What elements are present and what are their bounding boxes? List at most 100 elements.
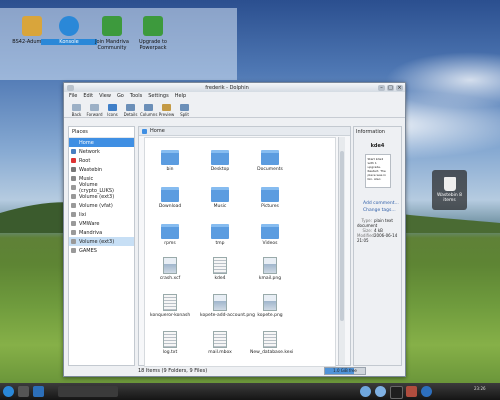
community-icon (102, 16, 122, 36)
folder-item[interactable]: Desktop (200, 146, 240, 172)
places-item[interactable]: Volume (ext3) (69, 237, 134, 246)
menu-go[interactable]: Go (117, 93, 124, 99)
file-view-pane: Home bin Desktop Documents Download Music Pic… (138, 126, 351, 367)
icons-view-button[interactable]: Icons (104, 104, 121, 117)
upgrade-icon (143, 16, 163, 36)
details-label: Details (123, 112, 138, 117)
folder-item[interactable]: bin (150, 146, 190, 172)
minimize-button[interactable]: – (378, 84, 385, 91)
tray-kde-icon[interactable] (421, 386, 432, 397)
places-item[interactable]: Root (69, 156, 134, 165)
desktop-switch-icon[interactable] (18, 386, 29, 397)
vertical-scrollbar[interactable] (338, 137, 345, 365)
file-item[interactable]: crash.xcf (150, 257, 190, 281)
start-menu-icon[interactable] (3, 386, 14, 397)
file-item[interactable]: kmail.png (250, 257, 290, 281)
folder-item[interactable]: rpms (150, 220, 190, 246)
places-item[interactable]: GAMES (69, 246, 134, 255)
split-button[interactable]: Split (176, 104, 193, 117)
places-item[interactable]: Home (69, 138, 134, 147)
places-panel: Places Home Network Root Wastebin Music Volum… (68, 126, 135, 366)
places-item-label: Volume (ext3) (79, 238, 115, 245)
places-item[interactable]: Mandriva (69, 228, 134, 237)
folder-icon (161, 187, 179, 202)
info-filename: kde4 (370, 143, 385, 149)
menu-file[interactable]: File (69, 93, 77, 99)
folder-item[interactable]: Videos (250, 220, 290, 246)
file-item[interactable]: kde4 (200, 257, 240, 281)
file-label: kopete-add-account.png (200, 313, 255, 318)
menu-help[interactable]: Help (175, 93, 186, 99)
places-item[interactable]: Wastebin (69, 165, 134, 174)
tray-update-icon[interactable] (406, 386, 417, 397)
tray-clipboard-icon[interactable] (390, 386, 403, 399)
scrollbar-thumb[interactable] (340, 151, 344, 321)
places-item-label: GAMES (79, 247, 97, 254)
desktop-trash[interactable]: Wastebin 8 items (432, 170, 467, 210)
preview-button[interactable]: Preview (158, 104, 175, 117)
drive-icon (71, 230, 76, 235)
file-label: Music (213, 204, 227, 209)
close-button[interactable]: × (396, 84, 403, 91)
information-panel: Information kde4 Start kde4 with 1 upgra… (353, 126, 402, 366)
breadcrumb-home[interactable]: Home (150, 128, 165, 134)
drive-icon (71, 203, 76, 208)
free-space-label: 1.0 GiB free (333, 368, 357, 373)
window-titlebar[interactable]: frederik - Dolphin – □ × (64, 83, 405, 92)
file-item[interactable]: New_database.kexi (250, 331, 293, 355)
file-manager-icon[interactable] (33, 386, 44, 397)
places-item[interactable]: VMWare (69, 219, 134, 228)
meta-modified: Modified:2006-06-14 21:05 (357, 233, 398, 243)
trash-icon (71, 167, 76, 172)
places-item-label: Volume (ext3) (79, 193, 115, 200)
file-label: rpms (164, 241, 176, 246)
folder-icon (211, 224, 229, 239)
file-item[interactable]: kopete.png (250, 294, 290, 318)
file-label: log.txt (162, 350, 178, 355)
icons-view-icon (108, 104, 117, 111)
menu-view[interactable]: View (99, 93, 111, 99)
window-menu-icon[interactable] (67, 84, 74, 91)
file-item[interactable]: konqueror-konash (150, 294, 190, 318)
file-item[interactable]: mail.mbox (200, 331, 240, 355)
add-comment-link[interactable]: Add comment... (354, 200, 401, 207)
tray-volume-icon[interactable] (375, 386, 386, 397)
text-file-icon (213, 257, 227, 274)
places-item[interactable]: Volume (crypto_LUKS) (69, 182, 134, 194)
preview-icon (162, 104, 171, 111)
menu-edit[interactable]: Edit (83, 93, 93, 99)
trash-icon (443, 177, 456, 191)
places-item[interactable]: Volume (vfat) (69, 201, 134, 210)
launcher-item[interactable]: Upgrade to Powerpack (125, 16, 181, 51)
menu-settings[interactable]: Settings (148, 93, 169, 99)
forward-button[interactable]: Forward (86, 104, 103, 117)
folder-icon (211, 150, 229, 165)
places-item[interactable]: Network (69, 147, 134, 156)
file-item[interactable]: kopete-add-account.png (200, 294, 255, 318)
file-preview: Start kde4 with 1 upgrade. Restart. The … (364, 154, 391, 188)
icons-label: Icons (107, 112, 118, 117)
text-file-icon (263, 331, 277, 348)
file-label: Download (158, 204, 182, 209)
folder-item[interactable]: Pictures (250, 183, 290, 209)
back-button[interactable]: Back (68, 104, 85, 117)
folder-item[interactable]: Documents (250, 146, 290, 172)
file-item[interactable]: log.txt (150, 331, 190, 355)
folder-item[interactable]: tmp (200, 220, 240, 246)
places-item[interactable]: lixi (69, 210, 134, 219)
folder-icon (261, 224, 279, 239)
folder-item[interactable]: Download (150, 183, 190, 209)
menu-tools[interactable]: Tools (130, 93, 142, 99)
drive-icon (71, 221, 76, 226)
maximize-button[interactable]: □ (387, 84, 394, 91)
change-tags-link[interactable]: Change tags... (354, 207, 401, 214)
folder-item[interactable]: Music (200, 183, 240, 209)
image-file-icon (213, 294, 227, 311)
information-title: Information (356, 129, 385, 135)
task-dolphin[interactable] (58, 386, 118, 397)
tray-network-icon[interactable] (360, 386, 371, 397)
breadcrumb[interactable]: Home (139, 127, 350, 136)
file-label: Desktop (210, 167, 230, 172)
columns-view-button[interactable]: Columns (140, 104, 157, 117)
details-view-button[interactable]: Details (122, 104, 139, 117)
